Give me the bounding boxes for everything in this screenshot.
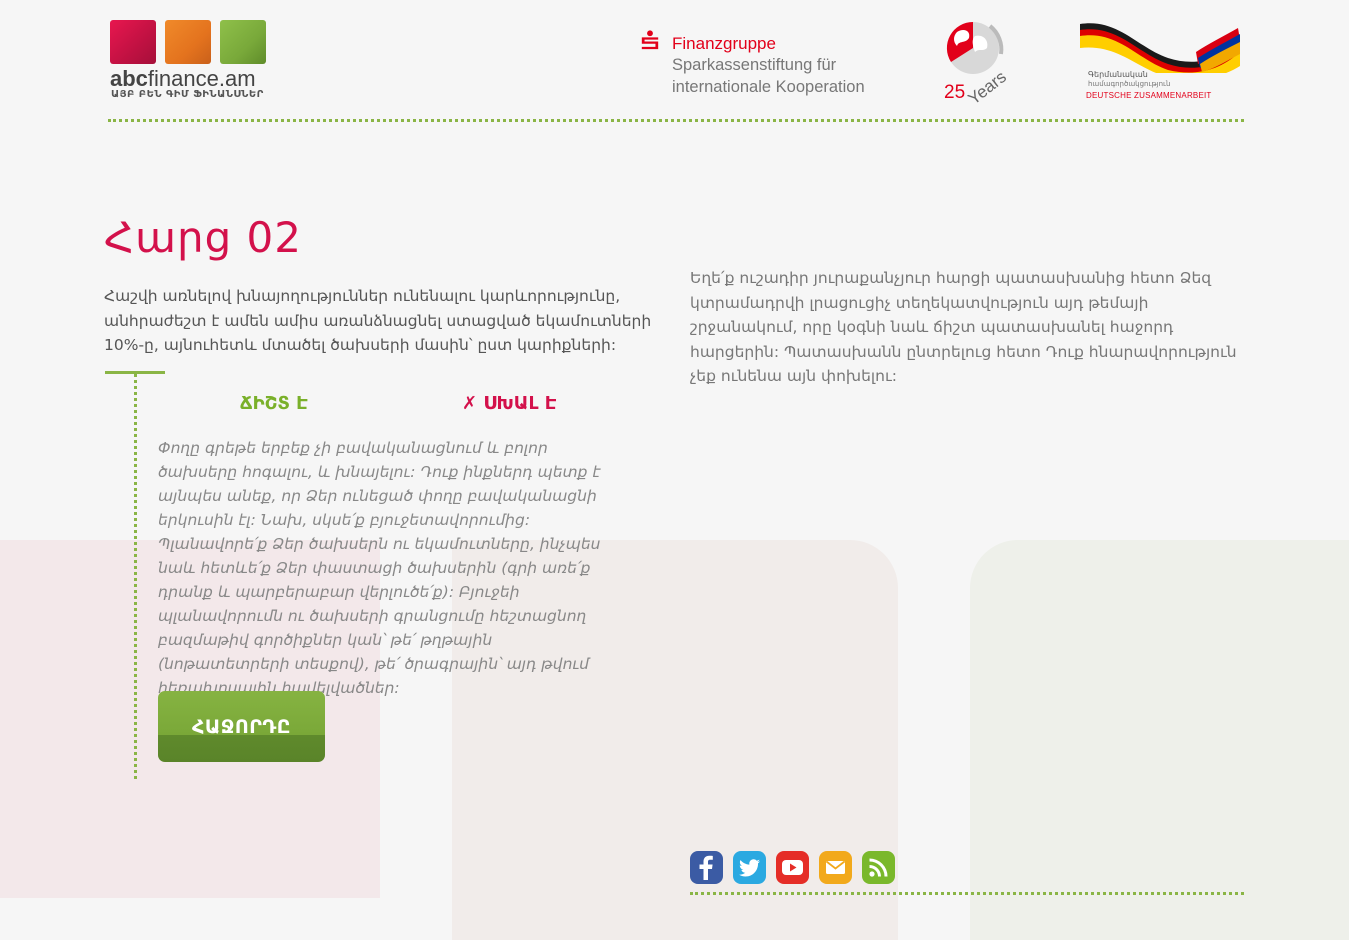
mail-icon[interactable] [819,851,852,884]
twitter-icon[interactable] [733,851,766,884]
answer-wrong-button[interactable]: ✗ ՍԽԱԼ Է [462,393,557,414]
logo-tiles [110,20,266,64]
logo-subtitle: ԱՅԲ ԲԵՆ ԳԻՄ ՖԻՆԱՆՍՆԵՐ [111,89,264,100]
giz-line-1: Գերմանական [1088,70,1148,79]
sparkassenstiftung-logo: Finanzgruppe Sparkassenstiftung für inte… [640,30,910,100]
background-shape-right [970,540,1349,940]
answer-correct-button[interactable]: ՃԻՇՏ Է [240,393,308,414]
youtube-icon[interactable] [776,851,809,884]
footer-divider [690,892,1244,895]
logo-tile-orange [165,20,211,64]
german-cooperation-logo: Գերմանական համագործակցություն DEUTSCHE Z… [1078,18,1243,103]
partner-name: Finanzgruppe [672,34,776,53]
page-title: Հարց 02 [104,213,302,263]
giz-line-2: համագործակցություն [1088,80,1171,88]
partner-line-2: internationale Kooperation [672,78,865,96]
flag-ribbon-icon [1080,23,1240,80]
partner-line-1: Sparkassenstiftung für [672,56,837,74]
header-divider [108,119,1244,122]
instructions-text: Եղե՛ք ուշադիր յուրաքանչյուր հարցի պատասխ… [690,269,1237,385]
svg-text:25: 25 [944,82,965,103]
25-years-logo: 25 Years [935,18,1025,109]
next-button[interactable]: ՀԱՋՈՐԴԸ [158,691,325,762]
sparkasse-icon [641,30,659,50]
facebook-icon[interactable] [690,851,723,884]
header: abcfinance.am ԱՅԲ ԲԵՆ ԳԻՄ ՖԻՆԱՆՍՆԵՐ Fina… [0,0,1349,125]
giz-line-3: DEUTSCHE ZUSAMMENARBEIT [1086,91,1212,100]
logo-tile-red [110,20,156,64]
globe-icon: 25 Years [944,21,1010,109]
answer-section-dotted-line [134,374,137,779]
question-text: Հաշվի առնելով խնայողություններ ունենալու… [104,287,652,354]
answer-explanation: Փողը գրեթե երբեք չի բավականացնում և բոլո… [158,439,601,697]
logo-tile-green [220,20,266,64]
rss-icon[interactable] [862,851,895,884]
